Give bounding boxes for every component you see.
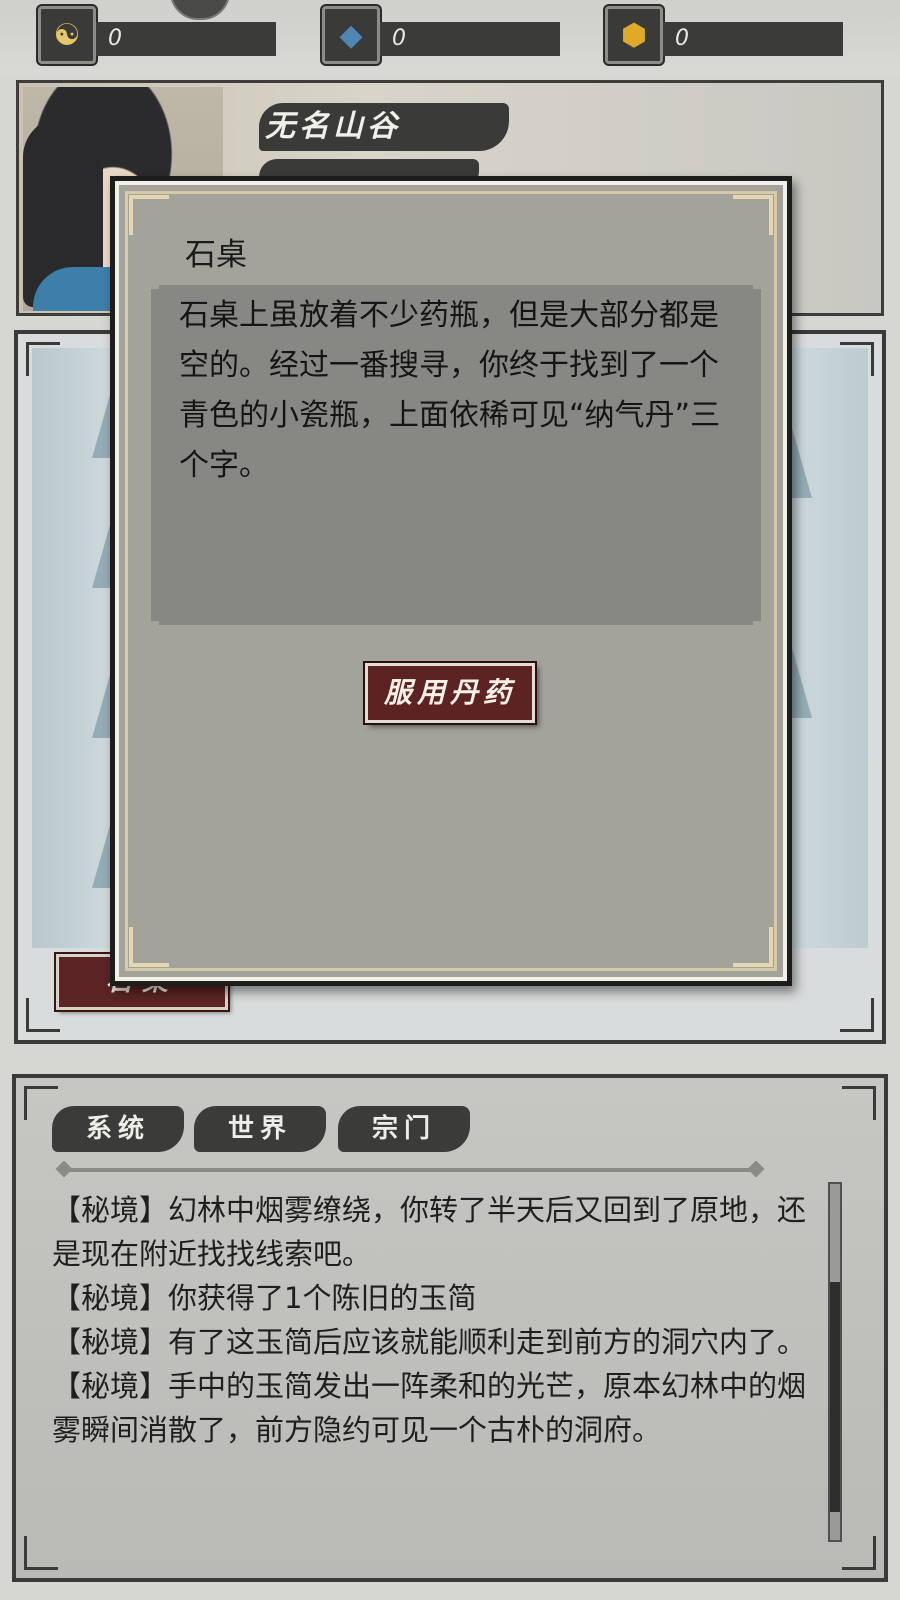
location-title-block: 无名山谷 <box>259 103 509 153</box>
taiji-icon: ☯ <box>38 6 96 64</box>
message-log-panel: 系统 世界 宗门 【秘境】幻林中烟雾缭绕，你转了半天后又回到了原地，还是现在附近… <box>12 1074 888 1582</box>
log-entry: 【秘境】幻林中烟雾缭绕，你转了半天后又回到了原地，还是现在附近找找线索吧。 <box>52 1193 807 1271</box>
corner-ornament <box>840 998 874 1032</box>
corner-ornament <box>24 1086 58 1120</box>
dialog-corner-ornament <box>129 927 169 967</box>
log-entries[interactable]: 【秘境】幻林中烟雾缭绕，你转了半天后又回到了原地，还是现在附近找找线索吧。 【秘… <box>52 1188 822 1538</box>
log-entry: 【秘境】你获得了1个陈旧的玉简 <box>52 1281 477 1315</box>
tab-system[interactable]: 系统 <box>52 1106 184 1152</box>
resource-crystal[interactable]: ◆ 0 <box>322 6 560 64</box>
dialog-corner-ornament <box>733 927 773 967</box>
log-divider <box>64 1168 756 1172</box>
log-scrollbar[interactable] <box>828 1182 842 1542</box>
dialog-corner-ornament <box>733 195 773 235</box>
resource-crystal-value: 0 <box>380 22 560 56</box>
dialog-description: 石桌上虽放着不少药瓶，但是大部分都是空的。经过一番搜寻，你终于找到了一个青色的小… <box>151 285 761 625</box>
resource-gold[interactable]: ⬢ 0 <box>605 6 843 64</box>
tab-world[interactable]: 世界 <box>194 1106 326 1152</box>
corner-ornament <box>842 1086 876 1120</box>
resource-taiji[interactable]: ☯ 0 <box>38 6 276 64</box>
resource-taiji-value: 0 <box>96 22 276 56</box>
corner-ornament <box>24 1536 58 1570</box>
tab-sect[interactable]: 宗门 <box>338 1106 470 1152</box>
corner-ornament <box>842 1536 876 1570</box>
dialog-title: 石桌 <box>185 237 247 273</box>
log-entry: 【秘境】有了这玉简后应该就能顺利走到前方的洞穴内了。 <box>52 1325 807 1359</box>
event-dialog: 石桌 石桌上虽放着不少药瓶，但是大部分都是空的。经过一番搜寻，你终于找到了一个青… <box>110 176 792 986</box>
resource-bar: ☯ 0 ◆ 0 ⬢ 0 <box>0 0 900 75</box>
location-title: 无名山谷 <box>265 109 401 144</box>
corner-ornament <box>26 998 60 1032</box>
resource-gold-value: 0 <box>663 22 843 56</box>
take-pill-button[interactable]: 服用丹药 <box>365 663 535 723</box>
log-scroll-thumb[interactable] <box>830 1282 840 1512</box>
dialog-corner-ornament <box>129 195 169 235</box>
dialog-face: 石桌 石桌上虽放着不少药瓶，但是大部分都是空的。经过一番搜寻，你终于找到了一个青… <box>115 181 787 981</box>
log-entry: 【秘境】手中的玉简发出一阵柔和的光芒，原本幻林中的烟雾瞬间消散了，前方隐约可见一… <box>52 1369 807 1447</box>
crystal-icon: ◆ <box>322 6 380 64</box>
gold-gem-icon: ⬢ <box>605 6 663 64</box>
